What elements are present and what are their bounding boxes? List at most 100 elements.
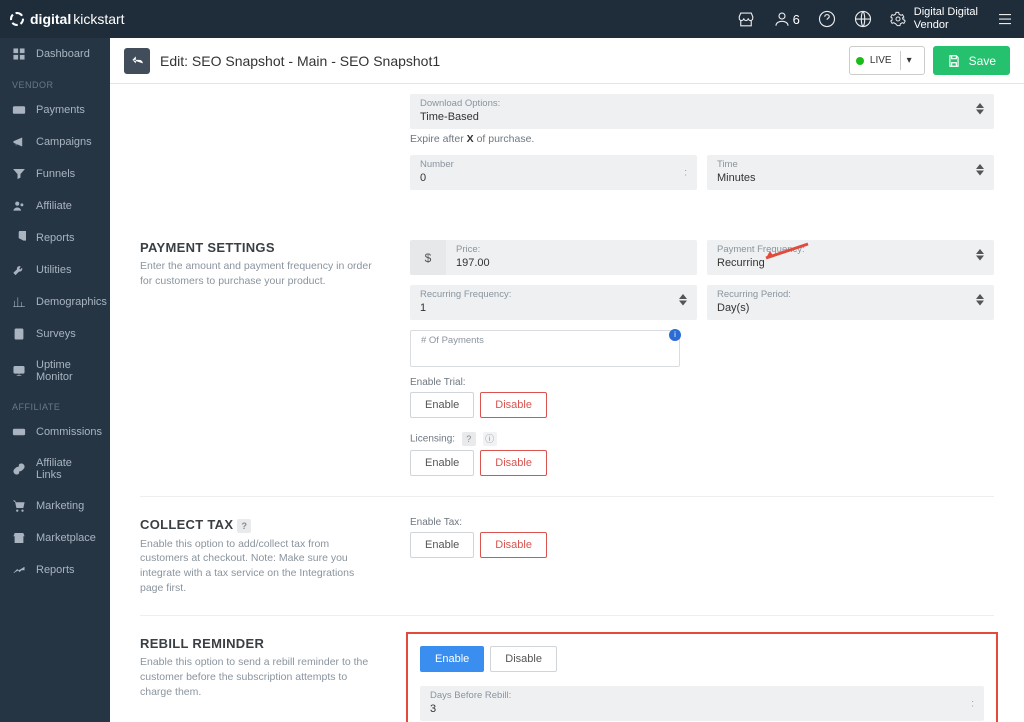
recurring-frequency-value: 1: [420, 300, 687, 314]
tax-title: COLLECT TAX?: [140, 517, 380, 533]
sidebar-item-uptime[interactable]: Uptime Monitor: [0, 350, 110, 392]
sidebar-item-label: Campaigns: [36, 136, 92, 148]
sidebar-item-label: Uptime Monitor: [36, 359, 98, 383]
sidebar-heading-affiliate: AFFILIATE: [0, 392, 110, 416]
enable-trial-label: Enable Trial:: [410, 377, 994, 388]
number-value: 0: [420, 170, 687, 184]
globe-icon[interactable]: [854, 10, 872, 28]
sidebar-item-aff-reports[interactable]: Reports: [0, 554, 110, 586]
sidebar-item-demographics[interactable]: Demographics: [0, 286, 110, 318]
info-icon[interactable]: i: [669, 329, 681, 341]
vendor-line1: Digital Digital: [914, 6, 978, 19]
recurring-period-value: Day(s): [717, 300, 984, 314]
help-icon[interactable]: ?: [237, 519, 251, 533]
status-live-badge[interactable]: LIVE ▾: [849, 46, 925, 75]
sidebar-item-payments[interactable]: Payments: [0, 94, 110, 126]
logo-icon: [10, 12, 24, 26]
sidebar-item-affiliate-links[interactable]: Affiliate Links: [0, 448, 110, 490]
chevron-down-icon[interactable]: ▾: [900, 51, 918, 70]
sidebar-item-affiliate[interactable]: Affiliate: [0, 190, 110, 222]
sidebar-item-label: Affiliate: [36, 200, 72, 212]
download-options-value: Time-Based: [420, 109, 984, 123]
currency-symbol: $: [410, 240, 446, 275]
help-icon[interactable]: [818, 10, 836, 28]
card-icon: [12, 103, 26, 117]
sidebar-item-dashboard[interactable]: Dashboard: [0, 38, 110, 70]
rebill-disable-button[interactable]: Disable: [490, 646, 557, 672]
sidebar-item-funnels[interactable]: Funnels: [0, 158, 110, 190]
enable-tax-label: Enable Tax:: [410, 517, 994, 528]
monitor-icon: [12, 364, 26, 378]
sidebar-item-utilities[interactable]: Utilities: [0, 254, 110, 286]
payment-frequency-select[interactable]: Payment Frequency: Recurring: [707, 240, 994, 275]
licensing-disable-button[interactable]: Disable: [480, 450, 547, 476]
number-input[interactable]: Number 0 :: [410, 155, 697, 190]
payment-desc: Enter the amount and payment frequency i…: [140, 259, 380, 288]
price-input[interactable]: Price: 197.00: [446, 240, 697, 275]
price-value: 197.00: [456, 255, 687, 269]
gear-icon: [890, 11, 906, 27]
sidebar-item-label: Utilities: [36, 264, 71, 276]
pie-icon: [12, 231, 26, 245]
money-icon: [12, 425, 26, 439]
content: Edit: SEO Snapshot - Main - SEO Snapshot…: [110, 38, 1024, 722]
tax-disable-button[interactable]: Disable: [480, 532, 547, 558]
save-button[interactable]: Save: [933, 46, 1010, 75]
sidebar-item-surveys[interactable]: Surveys: [0, 318, 110, 350]
time-select[interactable]: Time Minutes: [707, 155, 994, 190]
user-count[interactable]: 6: [773, 10, 800, 28]
payment-title: PAYMENT SETTINGS: [140, 240, 380, 255]
payment-frequency-label: Payment Frequency:: [717, 244, 984, 255]
licensing-enable-button[interactable]: Enable: [410, 450, 474, 476]
number-label: Number: [420, 159, 687, 170]
days-before-rebill-input[interactable]: Days Before Rebill: 3 :: [420, 686, 984, 721]
help2-icon[interactable]: ⓘ: [483, 432, 497, 446]
sidebar-item-campaigns[interactable]: Campaigns: [0, 126, 110, 158]
days-before-rebill-value: 3: [430, 701, 974, 715]
sidebar-item-label: Surveys: [36, 328, 76, 340]
days-before-rebill-label: Days Before Rebill:: [430, 690, 974, 701]
section-collect-tax: COLLECT TAX? Enable this option to add/c…: [140, 497, 994, 616]
vendor-line2: Vendor: [914, 19, 978, 32]
time-label: Time: [717, 159, 984, 170]
vendor-switcher[interactable]: Digital Digital Vendor: [890, 6, 978, 32]
menu-icon[interactable]: [996, 10, 1014, 28]
sidebar-item-label: Demographics: [36, 296, 107, 308]
sidebar-item-reports[interactable]: Reports: [0, 222, 110, 254]
time-value: Minutes: [717, 170, 984, 184]
sidebar-item-label: Marketing: [36, 500, 84, 512]
rebill-title: REBILL REMINDER: [140, 636, 380, 651]
sidebar-item-marketing[interactable]: Marketing: [0, 490, 110, 522]
help-icon[interactable]: ?: [462, 432, 476, 446]
store2-icon: [12, 531, 26, 545]
sidebar-item-label: Reports: [36, 564, 75, 576]
wrench-icon: [12, 263, 26, 277]
trend-icon: [12, 563, 26, 577]
tax-enable-button[interactable]: Enable: [410, 532, 474, 558]
trial-enable-button[interactable]: Enable: [410, 392, 474, 418]
logo[interactable]: digitalkickstart: [10, 11, 125, 27]
num-payments-input[interactable]: # Of Payments i: [410, 330, 680, 367]
licensing-label: Licensing: ? ⓘ: [410, 432, 994, 446]
recurring-frequency-select[interactable]: Recurring Frequency: 1: [410, 285, 697, 320]
dashboard-icon: [12, 47, 26, 61]
user-icon: [773, 10, 791, 28]
recurring-frequency-label: Recurring Frequency:: [420, 289, 687, 300]
rebill-enable-button[interactable]: Enable: [420, 646, 484, 672]
page-title: Edit: SEO Snapshot - Main - SEO Snapshot…: [160, 53, 440, 69]
edit-header: Edit: SEO Snapshot - Main - SEO Snapshot…: [110, 38, 1024, 84]
trial-disable-button[interactable]: Disable: [480, 392, 547, 418]
payment-frequency-value: Recurring: [717, 255, 984, 269]
logo-text-thin: kickstart: [73, 11, 124, 27]
sidebar-item-commissions[interactable]: Commissions: [0, 416, 110, 448]
live-text: LIVE: [870, 55, 892, 66]
rebill-highlight-box: Enable Disable Days Before Rebill: 3 :: [406, 632, 998, 722]
store-icon[interactable]: [737, 10, 755, 28]
back-button[interactable]: [124, 48, 150, 74]
sidebar-item-marketplace[interactable]: Marketplace: [0, 522, 110, 554]
download-options-select[interactable]: Download Options: Time-Based: [410, 94, 994, 129]
clipboard-icon: [12, 327, 26, 341]
live-dot-icon: [856, 57, 864, 65]
recurring-period-select[interactable]: Recurring Period: Day(s): [707, 285, 994, 320]
sidebar-item-label: Marketplace: [36, 532, 96, 544]
